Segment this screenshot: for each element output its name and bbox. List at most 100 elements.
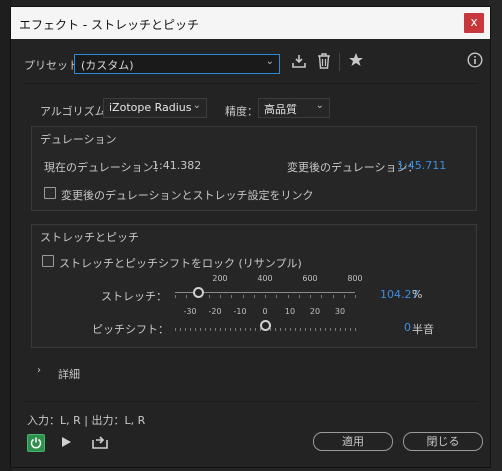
slider-tick [245, 328, 246, 331]
preset-value: (カスタム) [81, 59, 134, 72]
slider-tick-label: 200 [212, 274, 228, 283]
slider-tick [290, 328, 291, 331]
lock-stretch-pitch-checkbox[interactable] [42, 255, 54, 267]
slider-tick [310, 328, 311, 331]
info-icon[interactable] [466, 52, 484, 70]
pitch-shift-unit: 半音 [412, 323, 434, 336]
slider-tick [175, 295, 176, 298]
slider-tick [305, 328, 306, 331]
divider [24, 83, 478, 84]
duration-group: デュレーション 現在のデュレーション： 1:41.382 変更後のデュレーション… [31, 126, 477, 211]
trash-icon[interactable] [315, 53, 333, 71]
slider-tick [205, 328, 206, 331]
slider-tick [185, 328, 186, 331]
power-icon [30, 437, 42, 449]
loop-playback-icon[interactable] [91, 434, 109, 452]
slider-tick [190, 328, 191, 331]
chevron-down-icon: ⌄ [315, 100, 324, 111]
slider-tick [295, 328, 296, 331]
slider-tick [225, 328, 226, 331]
stretch-label: ストレッチ： [101, 290, 167, 303]
slider-tick [275, 328, 276, 331]
precision-value: 高品質 [264, 103, 297, 116]
duration-group-title: デュレーション [40, 133, 117, 146]
slider-tick-label: 10 [284, 307, 296, 316]
effect-dialog: エフェクト - ストレッチとピッチ x プリセット： (カスタム) ⌄ アルゴリ… [10, 6, 491, 468]
slider-tick [280, 328, 281, 331]
slider-tick [195, 328, 196, 331]
slider-tick [330, 328, 331, 331]
details-toggle[interactable]: 詳細 [58, 366, 80, 382]
stretch-pitch-group-title: ストレッチとピッチ [40, 231, 139, 244]
algorithm-dropdown[interactable]: iZotope Radius ⌄ [103, 98, 207, 118]
save-preset-icon[interactable] [290, 53, 308, 71]
stretch-unit: % [412, 288, 423, 301]
play-icon[interactable] [58, 435, 74, 451]
slider-tick [335, 328, 336, 331]
new-duration-value[interactable]: 1:45.711 [397, 159, 446, 172]
slider-tick [255, 328, 256, 331]
stretch-pitch-group: ストレッチとピッチ ストレッチとピッチシフトをロック (リサンプル) ストレッチ… [31, 224, 477, 348]
slider-knob[interactable] [259, 320, 271, 331]
current-duration-value: 1:41.382 [152, 159, 202, 172]
divider [24, 401, 478, 402]
slider-tick [220, 295, 221, 298]
slider-tick [332, 295, 334, 298]
slider-tick [287, 295, 289, 298]
close-button[interactable]: 閉じる [403, 432, 483, 451]
pitch-shift-label: ピッチシフト： [92, 323, 169, 336]
slider-tick [345, 328, 346, 331]
slider-knob[interactable] [192, 287, 204, 298]
slider-tick [276, 295, 278, 298]
io-routing-label: 入力：L, R | 出力：L, R [27, 414, 146, 427]
chevron-down-icon: ⌄ [192, 100, 201, 111]
slider-tick [343, 295, 345, 298]
slider-tick [310, 295, 311, 298]
preset-row: プリセット： (カスタム) ⌄ [11, 51, 490, 81]
slider-tick [325, 328, 326, 331]
slider-tick [355, 328, 356, 331]
slider-tick [175, 328, 176, 331]
slider-tick-label: 30 [334, 307, 346, 316]
stretch-slider[interactable]: 200 400 600 800 [175, 274, 363, 300]
chevron-right-icon[interactable]: › [37, 365, 41, 376]
slider-tick [321, 295, 323, 298]
close-window-button[interactable]: x [464, 13, 484, 33]
slider-tick-label: -10 [233, 307, 247, 316]
power-toggle-button[interactable] [27, 434, 45, 452]
algorithm-value: iZotope Radius [109, 101, 192, 114]
precision-dropdown[interactable]: 高品質 ⌄ [258, 98, 330, 118]
slider-tick [350, 328, 351, 331]
slider-tick [253, 295, 255, 298]
window-title: エフェクト - ストレッチとピッチ [19, 18, 199, 32]
slider-tick [250, 328, 251, 331]
slider-tick [300, 328, 301, 331]
preset-dropdown[interactable]: (カスタム) ⌄ [74, 54, 280, 74]
apply-button[interactable]: 適用 [313, 432, 393, 451]
slider-tick [220, 328, 221, 331]
star-icon[interactable] [347, 52, 365, 70]
slider-tick-label: 600 [302, 274, 318, 283]
slider-tick-label: 400 [257, 274, 273, 283]
pitch-shift-slider[interactable]: -30 -20 -10 0 10 20 30 [175, 307, 356, 333]
slider-tick [231, 295, 233, 298]
pitch-shift-value[interactable]: 0 [404, 321, 411, 334]
slider-tick-label: 20 [309, 307, 321, 316]
toolbar-divider [339, 53, 340, 71]
slider-tick [200, 328, 201, 331]
current-duration-label: 現在のデュレーション： [44, 161, 165, 174]
slider-tick [265, 295, 266, 298]
slider-tick [240, 328, 241, 331]
link-duration-checkbox[interactable] [44, 187, 56, 199]
slider-tick [298, 295, 300, 298]
slider-tick [215, 328, 216, 331]
slider-tick [208, 295, 210, 298]
slider-tick [285, 328, 286, 331]
slider-tick [210, 328, 211, 331]
slider-tick [186, 295, 188, 298]
slider-tick-label: 0 [262, 307, 268, 316]
slider-tick [180, 328, 181, 331]
chevron-down-icon: ⌄ [265, 56, 274, 67]
slider-tick [355, 295, 356, 298]
slider-tick [340, 328, 341, 331]
